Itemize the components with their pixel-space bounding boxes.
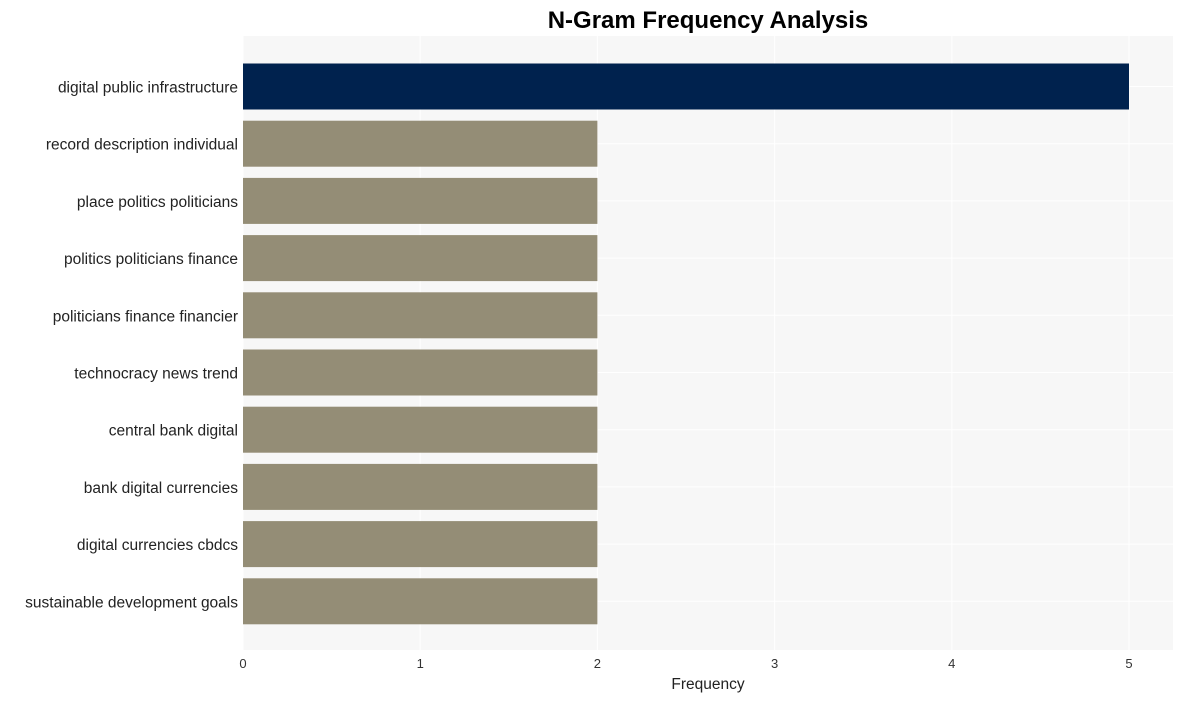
y-tick-label: sustainable development goals [25,594,238,611]
x-axis-label: Frequency [671,676,744,693]
bar [243,406,598,453]
bar [243,578,598,625]
y-tick-label: digital public infrastructure [58,80,238,97]
y-tick-label: central bank digital [109,423,238,440]
bar [243,292,598,339]
bar [243,177,598,224]
x-tick-label: 5 [1125,656,1132,671]
chart-title: N-Gram Frequency Analysis [548,7,869,34]
y-tick-label: record description individual [46,137,238,154]
ngram-bar-chart: N-Gram Frequency Analysis digital public… [25,7,1173,693]
bar [243,63,1129,110]
y-tick-label: bank digital currencies [84,480,238,497]
y-tick-label: politicians finance financier [53,308,238,325]
y-tick-label: place politics politicians [77,194,238,211]
y-tick-label: digital currencies cbdcs [77,537,238,554]
x-axis-ticks: 0 1 2 3 4 5 [239,656,1132,671]
x-tick-label: 3 [771,656,778,671]
bar [243,120,598,167]
y-tick-label: technocracy news trend [74,366,238,383]
bar [243,521,598,568]
bar [243,349,598,396]
x-tick-label: 0 [239,656,246,671]
x-tick-label: 1 [417,656,424,671]
bar [243,463,598,510]
y-axis-labels: digital public infrastructure record desc… [25,80,238,612]
x-tick-label: 2 [594,656,601,671]
y-tick-label: politics politicians finance [64,251,238,268]
x-tick-label: 4 [948,656,955,671]
bar [243,235,598,282]
